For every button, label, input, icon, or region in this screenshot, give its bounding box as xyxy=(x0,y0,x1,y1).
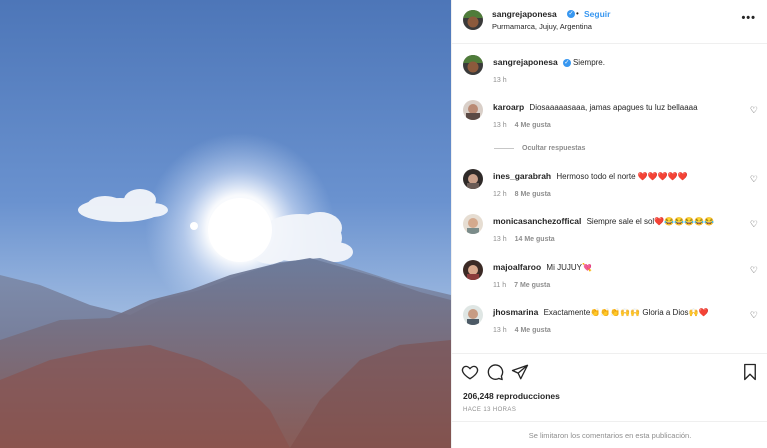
comment-time: 13 h xyxy=(493,236,507,243)
heart-icon[interactable] xyxy=(461,363,479,381)
comment-username[interactable]: monicasanchezoffical xyxy=(493,216,581,226)
comment-icon[interactable] xyxy=(486,363,504,381)
avatar[interactable] xyxy=(463,100,483,120)
views-count[interactable]: 206,248 reproducciones xyxy=(463,391,560,401)
post-location[interactable]: Purmamarca, Jujuy, Argentina xyxy=(492,22,592,31)
caption-body: Siempre. xyxy=(572,58,605,67)
comment-meta: 12 h 8 Me gusta xyxy=(493,191,551,198)
divider xyxy=(494,147,514,149)
avatar[interactable] xyxy=(463,260,483,280)
comments-list[interactable]: sangrejaponesa ✓ Siempre. 13 h karoarp D… xyxy=(452,45,767,352)
comment-meta: 13 h 4 Me gusta xyxy=(493,122,551,129)
comment-username[interactable]: jhosmarina xyxy=(493,307,538,317)
hide-replies-button[interactable]: Ocultar respuestas xyxy=(494,145,585,152)
post-time-ago[interactable]: HACE 13 HORAS xyxy=(463,407,516,413)
bookmark-icon[interactable] xyxy=(741,363,759,381)
post-actions: 206,248 reproducciones HACE 13 HORAS Se … xyxy=(452,353,767,448)
more-horizontal-icon[interactable]: ••• xyxy=(741,12,756,24)
comment-time: 12 h xyxy=(493,191,507,198)
verified-badge-icon: ✓ xyxy=(562,59,571,67)
post-author-username[interactable]: sangrejaponesa xyxy=(492,9,557,19)
comment-meta: 11 h 7 Me gusta xyxy=(493,282,550,289)
comments-limited-notice: Se limitaron los comentarios en esta pub… xyxy=(452,421,767,448)
comment-likes[interactable]: 14 Me gusta xyxy=(515,236,555,243)
comment-username[interactable]: karoarp xyxy=(493,102,524,112)
follow-button[interactable]: Seguir xyxy=(584,9,610,19)
verified-badge-icon: ✓ xyxy=(567,10,575,18)
comment-text: majoalfaroo Mi JUJUY💘 xyxy=(493,262,743,273)
avatar[interactable] xyxy=(463,305,483,325)
comment-time: 13 h xyxy=(493,122,507,129)
like-comment-heart-icon[interactable]: ♡ xyxy=(750,219,758,230)
like-comment-heart-icon[interactable]: ♡ xyxy=(750,310,758,321)
comment-body: Siempre sale el sol❤️😂😂😂😂😂 xyxy=(586,217,714,226)
comment-text: jhosmarina Exactamente👏👏👏🙌🙌 Gloria a Dio… xyxy=(493,307,743,318)
caption-time: 13 h xyxy=(493,77,507,84)
caption-meta: 13 h xyxy=(493,77,507,84)
comment-time: 11 h xyxy=(493,282,507,289)
comment-text: monicasanchezoffical Siempre sale el sol… xyxy=(493,216,743,227)
post-side-panel: sangrejaponesa ✓ • Seguir Purmamarca, Ju… xyxy=(451,0,767,448)
avatar[interactable] xyxy=(463,169,483,189)
views-number: 206,248 xyxy=(463,391,494,401)
caption-username[interactable]: sangrejaponesa xyxy=(493,57,558,67)
post-header: sangrejaponesa ✓ • Seguir Purmamarca, Ju… xyxy=(452,0,767,44)
comment-likes[interactable]: 7 Me gusta xyxy=(514,282,550,289)
comment-body: Mi JUJUY💘 xyxy=(546,263,592,272)
landscape-image xyxy=(0,133,451,448)
like-comment-heart-icon[interactable]: ♡ xyxy=(750,105,758,116)
comment-meta: 13 h 4 Me gusta xyxy=(493,327,551,334)
views-label: reproducciones xyxy=(496,391,560,401)
comment-likes[interactable]: 4 Me gusta xyxy=(515,327,551,334)
comment-username[interactable]: majoalfaroo xyxy=(493,262,541,272)
like-comment-heart-icon[interactable]: ♡ xyxy=(750,174,758,185)
comment-likes[interactable]: 8 Me gusta xyxy=(515,191,551,198)
instagram-post: sangrejaponesa ✓ • Seguir Purmamarca, Ju… xyxy=(0,0,767,448)
comment-text: karoarp Diosaaaaasaaa, jamas apagues tu … xyxy=(493,102,743,113)
comment-body: Hermoso todo el norte ❤️❤️❤️❤️❤️ xyxy=(556,172,688,181)
avatar[interactable] xyxy=(463,214,483,234)
avatar[interactable] xyxy=(463,10,483,30)
separator-dot: • xyxy=(576,9,579,18)
comment-text: ines_garabrah Hermoso todo el norte ❤️❤️… xyxy=(493,171,743,182)
comment-time: 13 h xyxy=(493,327,507,334)
share-icon[interactable] xyxy=(511,363,529,381)
caption-text: sangrejaponesa ✓ Siempre. xyxy=(493,57,743,68)
comment-meta: 13 h 14 Me gusta xyxy=(493,236,555,243)
avatar[interactable] xyxy=(463,55,483,75)
comment-body: Exactamente👏👏👏🙌🙌 Gloria a Dios🙌❤️ xyxy=(543,308,709,317)
like-comment-heart-icon[interactable]: ♡ xyxy=(750,265,758,276)
comment-likes[interactable]: 4 Me gusta xyxy=(515,122,551,129)
post-video[interactable] xyxy=(0,0,451,448)
hide-replies-label: Ocultar respuestas xyxy=(522,145,586,152)
comment-username[interactable]: ines_garabrah xyxy=(493,171,551,181)
comment-body: Diosaaaaasaaa, jamas apagues tu luz bell… xyxy=(529,103,698,112)
